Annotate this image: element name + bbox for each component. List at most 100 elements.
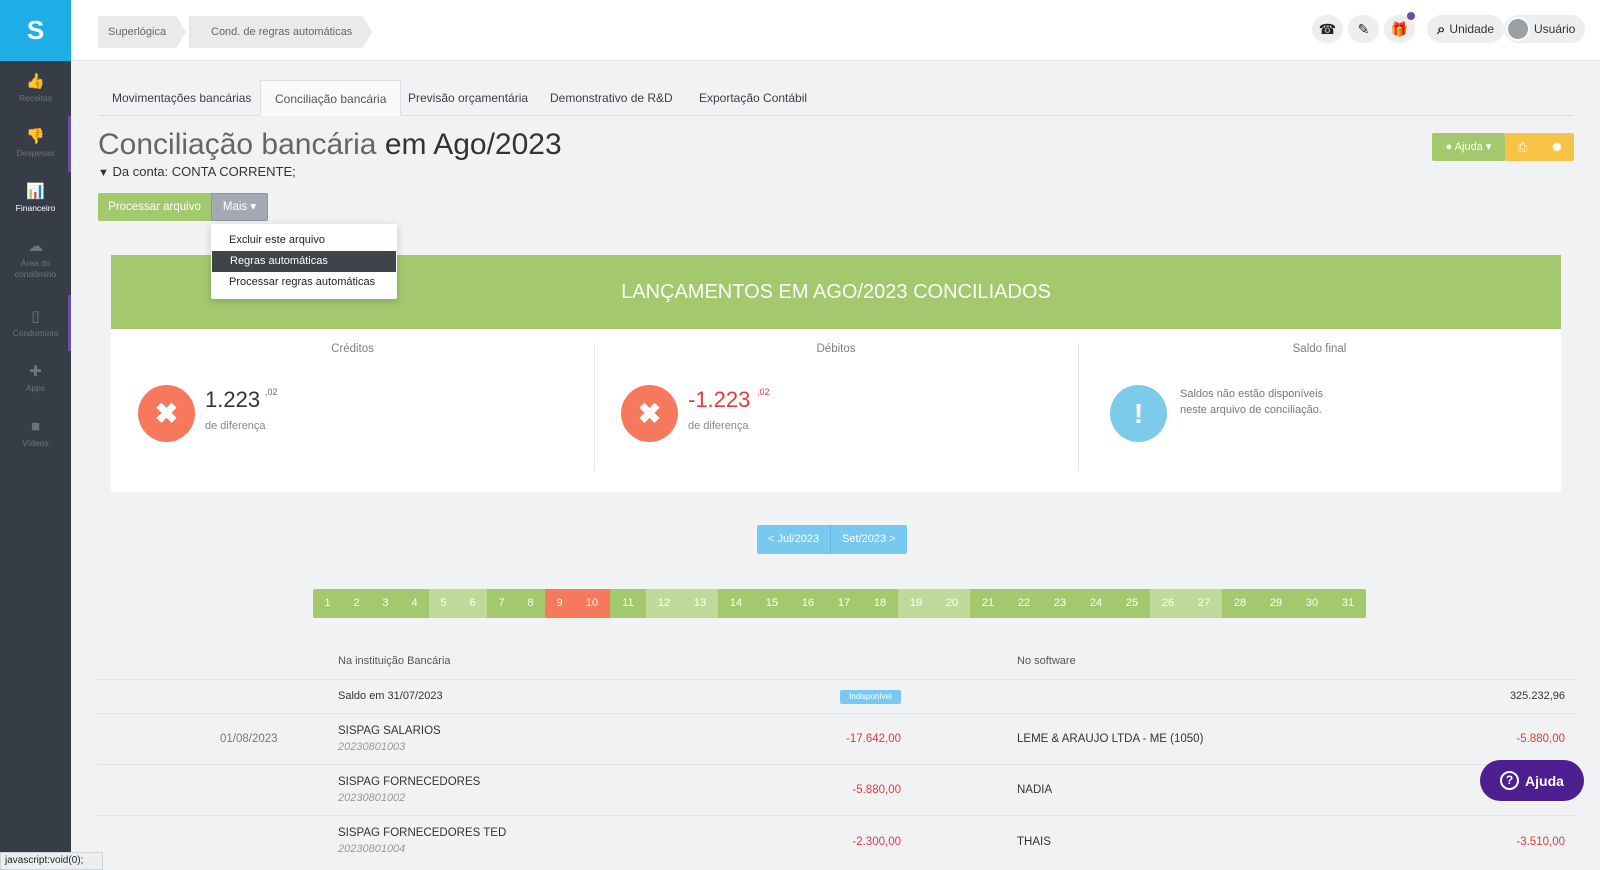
menu-item-process-rules[interactable]: Processar regras automáticas	[211, 272, 397, 293]
row-description[interactable]: SISPAG SALARIOS	[338, 725, 441, 737]
floating-help-button[interactable]: ? Ajuda	[1480, 760, 1584, 801]
credits-difference-caption: de diferença	[205, 420, 266, 432]
sidebar-item-area-condomino[interactable]: ☁ Área do condômino	[0, 228, 71, 284]
day-button-25[interactable]: 25	[1114, 589, 1150, 618]
exclamation-icon: !	[1133, 397, 1144, 429]
sidebar: S 👍 Receitas 👎 Despesas 📊 Financeiro ☁ Á…	[0, 0, 71, 870]
avatar	[1506, 17, 1530, 41]
debits-difference-cents: ,02	[757, 387, 770, 397]
row-bank-value: -5.880,00	[852, 784, 901, 796]
ticket-button[interactable]: ✎	[1348, 15, 1379, 43]
sidebar-item-label: Financeiro	[15, 203, 56, 213]
prev-month-button[interactable]: < Jul/2023	[757, 525, 831, 554]
print-button[interactable]: ⎙	[1505, 133, 1540, 161]
divider	[1078, 343, 1079, 471]
day-button-29[interactable]: 29	[1258, 589, 1294, 618]
credits-error-icon: ✖	[138, 385, 195, 442]
thumbs-up-icon: 👍	[26, 73, 45, 90]
day-button-10[interactable]: 10	[574, 589, 610, 618]
row-divider	[98, 679, 1574, 680]
user-label: Usuário	[1534, 22, 1576, 36]
page-title-main: Conciliação bancária	[98, 128, 377, 161]
day-button-8[interactable]: 8	[516, 589, 545, 618]
more-dropdown-button[interactable]: Mais ▾	[211, 193, 268, 221]
tab-conciliacao[interactable]: Conciliação bancária	[260, 80, 402, 116]
day-button-12[interactable]: 12	[646, 589, 682, 618]
day-button-1[interactable]: 1	[313, 589, 342, 618]
top-bar: Superlógica Cond. de regras automáticas …	[71, 0, 1600, 61]
divider	[594, 343, 595, 471]
breadcrumb-item-home[interactable]: Superlógica	[98, 16, 187, 48]
day-button-23[interactable]: 23	[1042, 589, 1078, 618]
row-description[interactable]: SISPAG FORNECEDORES	[338, 776, 480, 788]
tab-previsao[interactable]: Previsão orçamentária	[394, 80, 542, 116]
row-software-description[interactable]: NADIA	[1017, 784, 1052, 796]
row-software-description[interactable]: LEME & ARAUJO LTDA - ME (1050)	[1017, 733, 1203, 745]
day-button-20[interactable]: 20	[934, 589, 970, 618]
day-button-27[interactable]: 27	[1186, 589, 1222, 618]
day-button-11[interactable]: 11	[610, 589, 646, 618]
day-button-16[interactable]: 16	[790, 589, 826, 618]
unit-search-button[interactable]: ⌕ Unidade	[1427, 15, 1505, 43]
day-button-14[interactable]: 14	[718, 589, 754, 618]
breadcrumb-item-current[interactable]: Cond. de regras automáticas	[189, 16, 373, 48]
day-button-15[interactable]: 15	[754, 589, 790, 618]
x-icon: ✖	[637, 398, 662, 429]
x-icon: ✖	[154, 398, 179, 429]
menu-item-automatic-rules[interactable]: Regras automáticas	[212, 251, 396, 272]
day-button-7[interactable]: 7	[487, 589, 516, 618]
day-button-24[interactable]: 24	[1078, 589, 1114, 618]
day-button-3[interactable]: 3	[371, 589, 400, 618]
tab-movimentacoes[interactable]: Movimentações bancárias	[98, 80, 265, 116]
row-description[interactable]: SISPAG FORNECEDORES TED	[338, 827, 506, 839]
sidebar-item-receitas[interactable]: 👍 Receitas	[0, 63, 71, 119]
process-file-button[interactable]: Processar arquivo	[98, 193, 211, 221]
gift-button[interactable]: 🎁	[1384, 12, 1415, 43]
day-button-2[interactable]: 2	[342, 589, 371, 618]
credits-difference-cents: ,02	[265, 387, 278, 397]
month-navigation: < Jul/2023 Set/2023 >	[757, 525, 907, 554]
tab-exportacao[interactable]: Exportação Contábil	[685, 80, 821, 116]
day-button-13[interactable]: 13	[682, 589, 718, 618]
menu-item-delete-file[interactable]: Excluir este arquivo	[211, 230, 397, 251]
day-button-28[interactable]: 28	[1222, 589, 1258, 618]
sidebar-item-despesas[interactable]: 👎 Despesas	[0, 118, 71, 174]
settings-button[interactable]: ✹	[1540, 133, 1574, 161]
building-icon: ▯	[31, 308, 40, 325]
day-button-17[interactable]: 17	[826, 589, 862, 618]
app-logo[interactable]: S	[0, 0, 71, 61]
day-button-6[interactable]: 6	[458, 589, 487, 618]
tab-demonstrativo[interactable]: Demonstrativo de R&D	[536, 80, 687, 116]
sidebar-item-label: Condomínio	[12, 328, 59, 338]
row-software-description[interactable]: THAIS	[1017, 836, 1051, 848]
day-button-21[interactable]: 21	[970, 589, 1006, 618]
sidebar-item-condominio[interactable]: ▯ Condomínio	[0, 298, 71, 354]
day-button-31[interactable]: 31	[1330, 589, 1366, 618]
sidebar-item-financeiro[interactable]: 📊 Financeiro	[0, 173, 71, 229]
opening-balance-label: Saldo em 31/07/2023	[338, 690, 443, 702]
day-button-9[interactable]: 9	[545, 589, 574, 618]
day-button-5[interactable]: 5	[429, 589, 458, 618]
notification-dot	[1407, 12, 1415, 20]
day-button-18[interactable]: 18	[862, 589, 898, 618]
sidebar-item-label: Apps	[25, 383, 46, 393]
debits-difference-caption: de diferença	[688, 420, 749, 432]
row-divider	[98, 815, 1574, 816]
row-document: 20230801003	[338, 741, 406, 753]
phone-icon: ☎	[1318, 20, 1337, 37]
help-dropdown-button[interactable]: ● Ajuda ▾	[1432, 133, 1505, 161]
credits-label: Créditos	[331, 343, 374, 355]
day-button-30[interactable]: 30	[1294, 589, 1330, 618]
day-button-26[interactable]: 26	[1150, 589, 1186, 618]
day-button-4[interactable]: 4	[400, 589, 429, 618]
sidebar-item-videos[interactable]: ■ Vídeos	[0, 408, 71, 464]
thumbs-down-icon: 👎	[26, 128, 45, 145]
day-button-19[interactable]: 19	[898, 589, 934, 618]
status-badge: Indisponível	[840, 690, 901, 704]
phone-button[interactable]: ☎	[1312, 15, 1343, 43]
sidebar-item-apps[interactable]: ✚ Apps	[0, 353, 71, 409]
user-menu-button[interactable]: Usuário	[1504, 15, 1586, 43]
day-button-22[interactable]: 22	[1006, 589, 1042, 618]
bar-chart-icon: 📊	[26, 183, 45, 200]
next-month-button[interactable]: Set/2023 >	[830, 525, 907, 554]
